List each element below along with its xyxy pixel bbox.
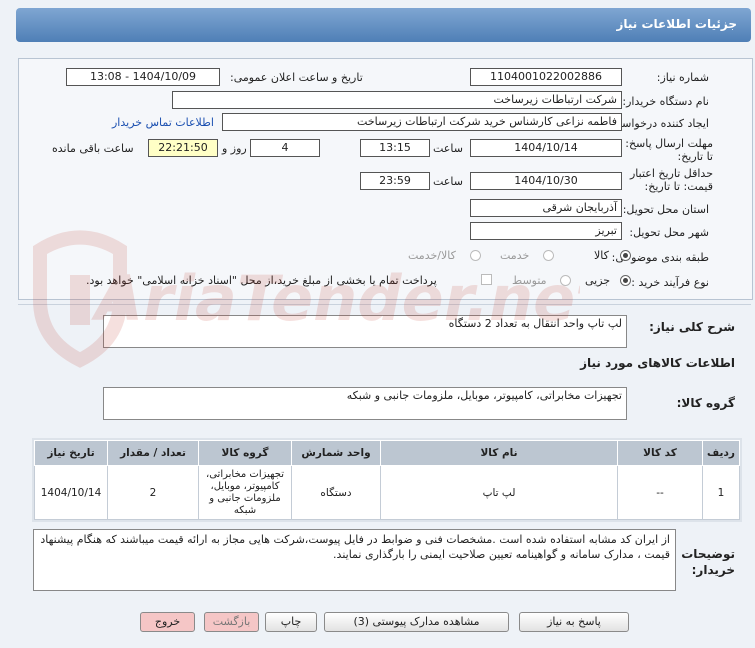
- requester-field: فاطمه نزاعی کارشناس خرید شرکت ارتباطات ز…: [222, 113, 622, 131]
- city-label: شهر محل تحویل:: [629, 226, 709, 239]
- price-validity-label: حداقل تاریخ اعتبار قیمت: تا تاریخ:: [629, 167, 713, 193]
- buyer-notes-label: توضیحات خریدار:: [681, 547, 735, 577]
- reply-date-field: 1404/10/14: [470, 139, 622, 157]
- province-field: آذربایجان شرقی: [470, 199, 622, 217]
- col-header-item-code: کد کالا: [617, 440, 703, 466]
- category-radio-goods[interactable]: [620, 250, 631, 261]
- price-time-field: 23:59: [360, 172, 430, 190]
- print-button[interactable]: چاپ: [265, 612, 317, 632]
- view-attachments-button[interactable]: مشاهده مدارک پیوستی (3): [324, 612, 509, 632]
- remaining-time-field: 22:21:50: [148, 139, 218, 157]
- page-header: جزئیات اطلاعات نیاز: [16, 8, 751, 42]
- cell-unit: دستگاه: [291, 465, 381, 520]
- exit-button[interactable]: خروج: [140, 612, 195, 632]
- process-radio-minor[interactable]: [620, 275, 631, 286]
- process-type-label: نوع فرآیند خرید :: [631, 276, 709, 289]
- cell-need-date: 1404/10/14: [34, 465, 108, 520]
- col-header-item-name: نام کالا: [380, 440, 618, 466]
- col-header-row-number: ردیف: [702, 440, 740, 466]
- days-remaining-field: 4: [250, 139, 320, 157]
- items-table-wrap: ردیف کد کالا نام کالا واحد شمارش گروه کا…: [32, 438, 742, 522]
- buyer-org-label: نام دستگاه خریدار:: [622, 95, 709, 108]
- page-title: جزئیات اطلاعات نیاز: [616, 17, 737, 31]
- cell-item-code: --: [617, 465, 703, 520]
- announce-datetime-field: 1404/10/09 - 13:08: [66, 68, 220, 86]
- reply-time-label: ساعت: [433, 142, 463, 155]
- treasury-payment-checkbox[interactable]: [481, 274, 492, 285]
- buyer-notes-field: از ایران کد مشابه استفاده شده است .مشخصا…: [33, 529, 676, 591]
- treasury-payment-note: پرداخت تمام یا بخشی از مبلغ خرید،از محل …: [86, 274, 437, 287]
- reply-deadline-label: مهلت ارسال پاسخ: تا تاریخ:: [625, 137, 713, 163]
- col-header-need-date: تاریخ نیاز: [34, 440, 108, 466]
- table-row: 1 -- لپ تاپ دستگاه تجهیزات مخابراتی، کام…: [34, 465, 740, 520]
- buyer-contact-link[interactable]: اطلاعات تماس خریدار: [112, 116, 214, 129]
- days-label: روز و: [222, 142, 247, 155]
- need-description-field: لپ تاپ واحد انتقال به تعداد 2 دستگاه: [103, 315, 627, 348]
- remaining-time-label: ساعت باقی مانده: [52, 142, 134, 155]
- price-time-label: ساعت: [433, 175, 463, 188]
- need-description-label: شرح کلی نیاز:: [649, 320, 735, 334]
- goods-group-field: تجهیزات مخابراتی، کامپیوتر، موبایل، ملزو…: [103, 387, 627, 420]
- reply-to-need-button[interactable]: پاسخ به نیاز: [519, 612, 629, 632]
- price-date-field: 1404/10/30: [470, 172, 622, 190]
- cell-goods-group: تجهیزات مخابراتی، کامپیوتر، موبایل، ملزو…: [198, 465, 292, 520]
- city-field: تبریز: [470, 222, 622, 240]
- requester-label: ایجاد کننده درخواست:: [607, 117, 709, 130]
- goods-group-label: گروه کالا:: [676, 396, 735, 410]
- category-radio-goods-service[interactable]: [470, 250, 481, 261]
- process-option-minor: جزیی: [585, 274, 611, 287]
- col-header-goods-group: گروه کالا: [198, 440, 292, 466]
- category-radio-service[interactable]: [543, 250, 554, 261]
- col-header-unit: واحد شمارش: [291, 440, 381, 466]
- category-option-goods-service: کالا/خدمت: [408, 249, 456, 262]
- col-header-quantity: تعداد / مقدار: [107, 440, 199, 466]
- back-button[interactable]: بازگشت: [204, 612, 259, 632]
- items-table: ردیف کد کالا نام کالا واحد شمارش گروه کا…: [34, 440, 740, 520]
- reply-time-field: 13:15: [360, 139, 430, 157]
- process-radio-medium[interactable]: [560, 275, 571, 286]
- announce-datetime-label: تاریخ و ساعت اعلان عمومی:: [230, 71, 363, 84]
- cell-quantity: 2: [107, 465, 199, 520]
- divider: [18, 304, 751, 305]
- category-option-goods: کالا: [594, 249, 609, 262]
- process-option-medium: متوسط: [512, 274, 547, 287]
- goods-info-title: اطلاعات کالاهای مورد نیاز: [580, 356, 735, 370]
- category-option-service: خدمت: [500, 249, 530, 262]
- need-number-label: شماره نیاز:: [656, 71, 709, 84]
- province-label: استان محل تحویل:: [622, 203, 709, 216]
- cell-row-number: 1: [702, 465, 740, 520]
- items-table-header-row: ردیف کد کالا نام کالا واحد شمارش گروه کا…: [34, 440, 740, 466]
- cell-item-name: لپ تاپ: [380, 465, 618, 520]
- need-number-field: 1104001022002886: [470, 68, 622, 86]
- buyer-org-field: شرکت ارتباطات زیرساخت: [172, 91, 622, 109]
